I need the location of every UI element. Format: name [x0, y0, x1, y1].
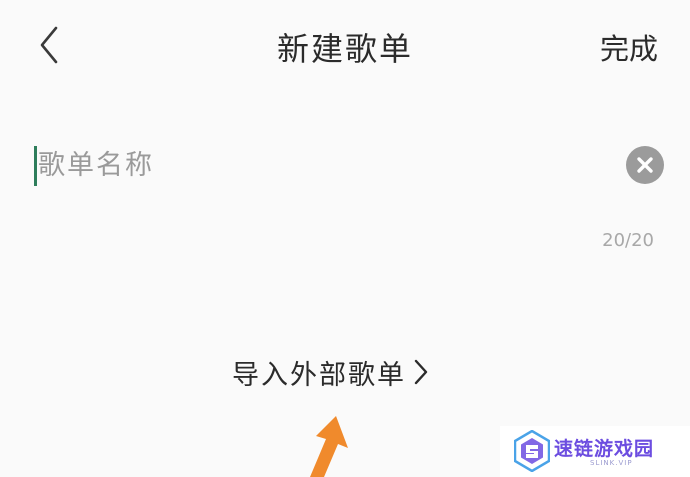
- clear-input-button[interactable]: [626, 146, 664, 184]
- watermark-logo-icon: [514, 430, 550, 472]
- import-external-playlist-link[interactable]: 导入外部歌单: [232, 350, 430, 394]
- top-bar: 新建歌单 完成: [0, 0, 690, 92]
- playlist-name-input[interactable]: [38, 140, 578, 190]
- arrow-up-icon: [310, 416, 348, 477]
- text-caret: [34, 146, 37, 186]
- character-counter: 20/20: [602, 230, 654, 251]
- close-icon: [637, 157, 653, 173]
- watermark-text: 速链游戏园: [554, 438, 655, 460]
- chevron-right-icon: [414, 359, 428, 385]
- watermark: 速链游戏园 SLINK.VIP: [500, 426, 690, 477]
- playlist-name-row: [34, 140, 664, 190]
- page-title: 新建歌单: [276, 30, 413, 68]
- done-button[interactable]: 完成: [600, 26, 658, 68]
- import-label: 导入外部歌单: [232, 359, 406, 391]
- watermark-subtext: SLINK.VIP: [590, 459, 633, 467]
